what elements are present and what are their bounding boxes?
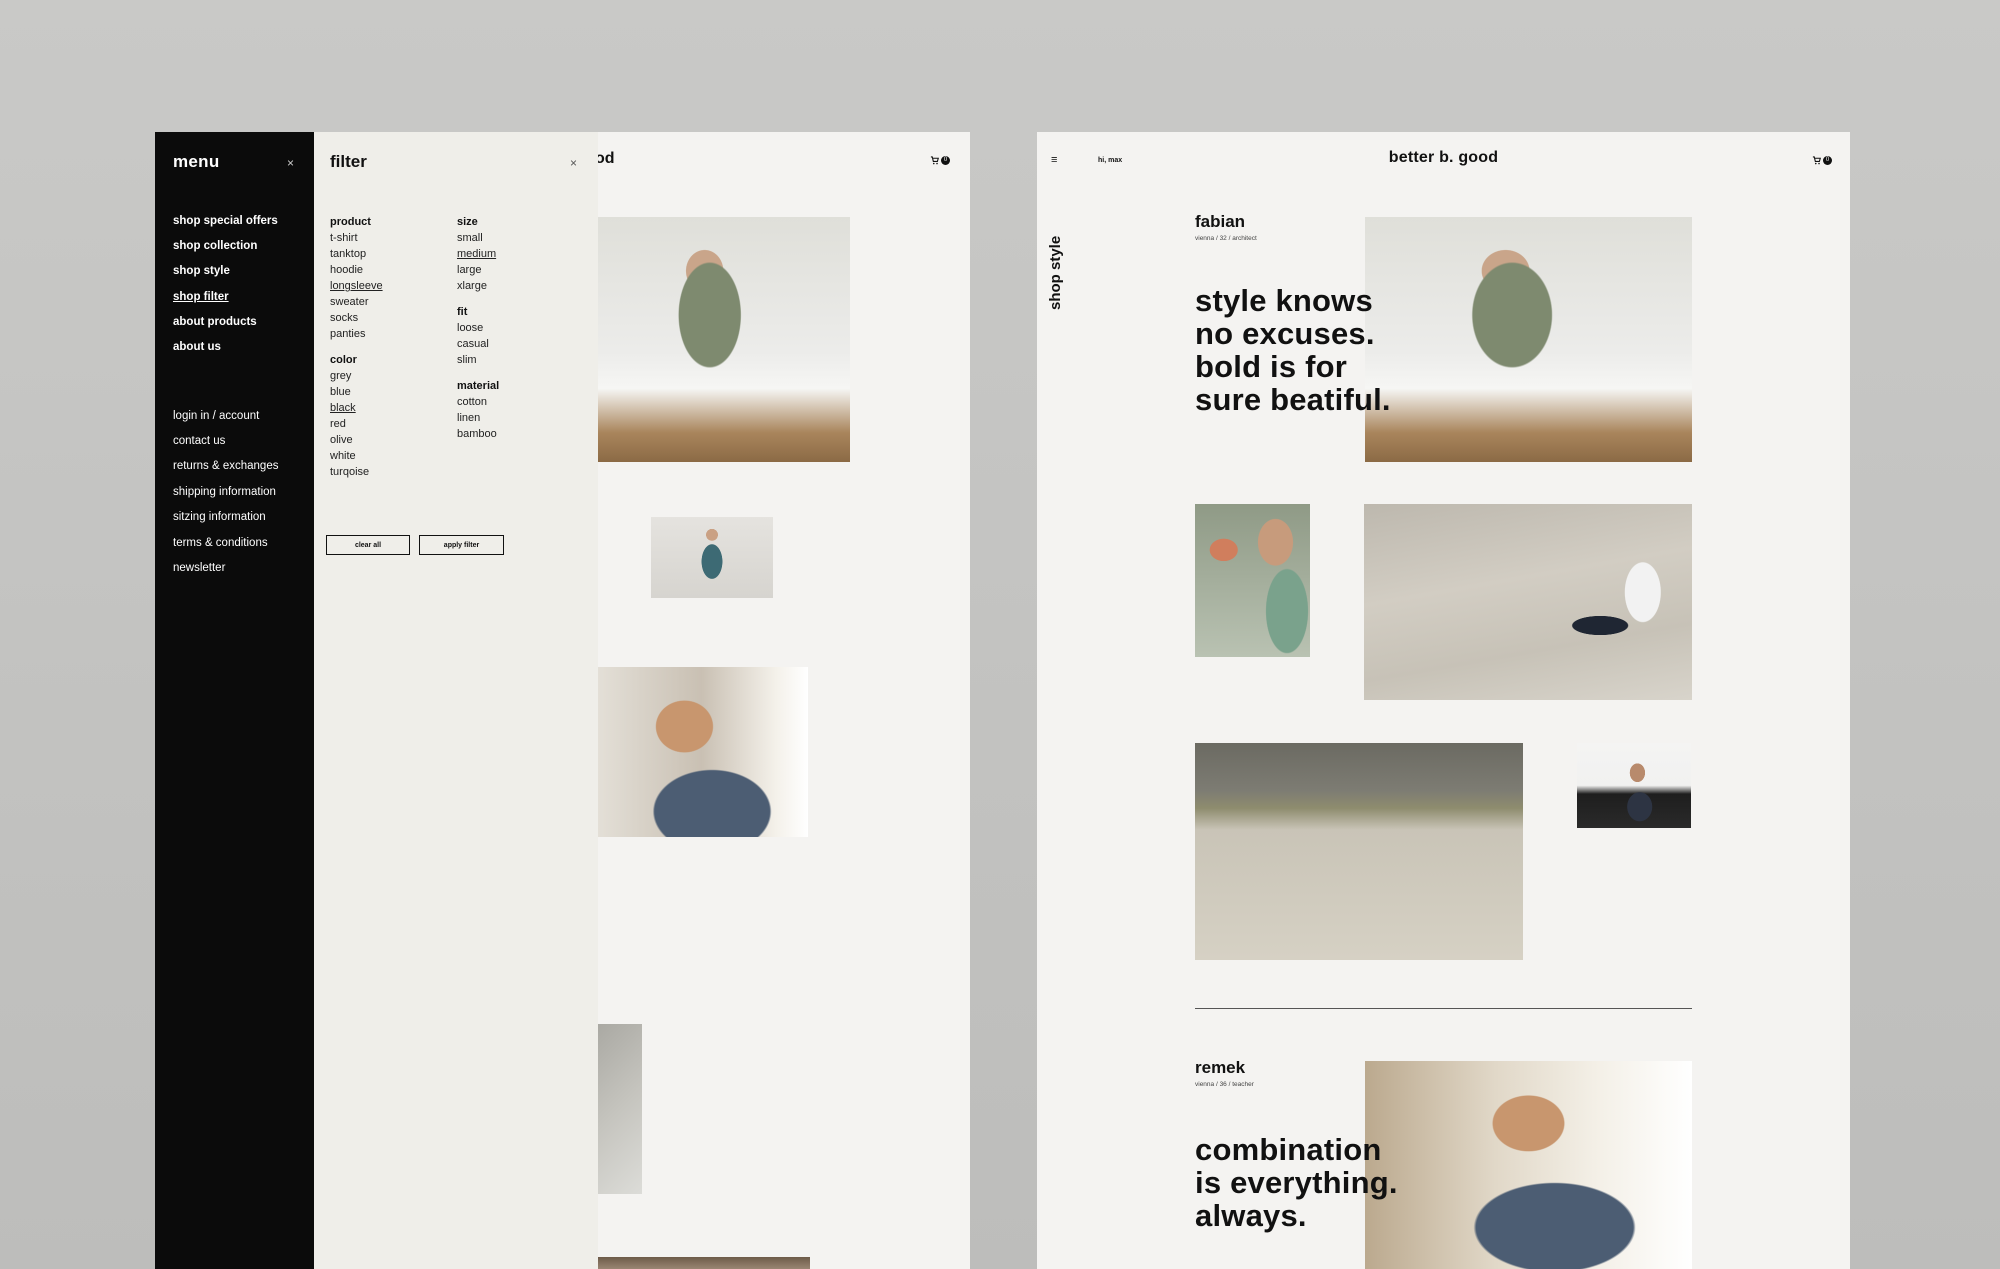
filter-option[interactable]: red [330,416,383,432]
filter-option[interactable]: blue [330,384,383,400]
style-photo-sofa[interactable] [1577,743,1691,828]
cart-icon [930,156,939,165]
filter-option[interactable]: small [457,230,499,246]
filter-group-material-label: material [457,380,500,392]
headline-line: sure beatiful. [1195,382,1391,417]
headline-line: is everything. [1195,1165,1398,1200]
apply-filter-button[interactable]: apply filter [419,535,504,555]
filter-option[interactable]: t-shirt [330,230,383,246]
filter-option[interactable]: bamboo [457,426,499,442]
filter-option[interactable]: panties [330,326,383,342]
close-icon[interactable]: × [570,156,577,170]
filter-option[interactable]: socks [330,310,383,326]
filter-option[interactable]: olive [330,432,383,448]
filter-option[interactable]: turqoise [330,464,383,480]
menu-link-terms[interactable]: terms & conditions [173,537,268,549]
filter-column-2: size small medium large xlarge fit loose… [457,214,499,442]
filter-option[interactable]: slim [457,352,499,368]
cart-button[interactable]: 0 [1812,156,1832,165]
style-photo-bike[interactable] [1364,504,1692,700]
filter-option-selected[interactable]: black [330,400,383,416]
menu-link-about-products[interactable]: about products [173,316,257,328]
filter-title: filter [330,152,367,171]
product-photo-bed[interactable] [595,217,850,462]
person-meta: vienna / 32 / architect [1195,235,1257,242]
menu-link-newsletter[interactable]: newsletter [173,562,225,574]
person-name: remek [1195,1058,1246,1077]
headline-line: always. [1195,1198,1307,1233]
product-photo-partial[interactable] [595,1024,642,1194]
filter-group-color-label: color [330,354,357,366]
filter-group-fit-label: fit [457,306,468,318]
section-label-vertical: shop style [1047,235,1064,310]
style-photo-remek[interactable] [1365,1061,1692,1269]
menu-link-shipping[interactable]: shipping information [173,486,276,498]
menu-link-shop-collection[interactable]: shop collection [173,240,257,252]
left-mockup-page: od 0 menu × shop special offers shop col… [155,132,970,1269]
right-mockup-page: ≡ hi, max better b. good 0 shop style fa… [1037,132,1850,1269]
filter-option[interactable]: hoodie [330,262,383,278]
close-icon[interactable]: × [287,156,294,170]
filter-option-selected[interactable]: longsleeve [330,278,383,294]
style-photo-cup[interactable] [1195,504,1310,657]
person-name: fabian [1195,212,1246,231]
menu-link-sizing[interactable]: sitzing information [173,511,266,523]
product-photo-partial-bottom[interactable] [595,1257,810,1269]
headline-line: combination [1195,1132,1382,1167]
hamburger-icon[interactable]: ≡ [1051,154,1057,166]
menu-link-login[interactable]: login in / account [173,410,259,422]
filter-option[interactable]: tanktop [330,246,383,262]
user-greeting[interactable]: hi, max [1098,157,1122,164]
brand-logo[interactable]: better b. good [1287,149,1600,167]
filter-option[interactable]: xlarge [457,278,499,294]
filter-option[interactable]: grey [330,368,383,384]
filter-option-selected[interactable]: medium [457,246,499,262]
menu-link-shop-special-offers[interactable]: shop special offers [173,215,278,227]
product-photo-tshirt[interactable] [651,517,773,598]
clear-all-button[interactable]: clear all [326,535,410,555]
filter-panel: filter × product t-shirt tanktop hoodie … [314,132,598,1269]
style-headline: combination is everything. always. [1195,1133,1398,1232]
headline-line: no excuses. [1195,316,1375,351]
filter-group-size-label: size [457,216,478,228]
filter-option[interactable]: large [457,262,499,278]
menu-link-shop-style[interactable]: shop style [173,265,230,277]
headline-line: style knows [1195,283,1373,318]
headline-line: bold is for [1195,349,1348,384]
menu-panel: menu × shop special offers shop collecti… [155,132,314,1269]
menu-link-shop-filter[interactable]: shop filter [173,291,229,303]
style-photo-bed[interactable] [1365,217,1692,462]
filter-option[interactable]: casual [457,336,499,352]
person-meta: vienna / 36 / teacher [1195,1081,1254,1088]
cart-icon [1812,156,1821,165]
style-photo-wall[interactable] [1195,743,1523,960]
filter-option[interactable]: linen [457,410,499,426]
menu-link-about-us[interactable]: about us [173,341,221,353]
cart-count-badge: 0 [1823,156,1832,165]
menu-link-contact[interactable]: contact us [173,435,225,447]
filter-group-product-label: product [330,216,371,228]
style-headline: style knows no excuses. bold is for sure… [1195,284,1391,416]
filter-option[interactable]: sweater [330,294,383,310]
menu-title: menu [173,152,220,171]
filter-option[interactable]: white [330,448,383,464]
cart-button[interactable]: 0 [930,156,950,165]
section-divider [1195,1008,1692,1009]
menu-link-returns[interactable]: returns & exchanges [173,460,278,472]
cart-count-badge: 0 [941,156,950,165]
filter-option[interactable]: cotton [457,394,499,410]
filter-column-1: product t-shirt tanktop hoodie longsleev… [330,214,383,480]
product-photo-sweater[interactable] [595,667,808,837]
filter-option[interactable]: loose [457,320,499,336]
